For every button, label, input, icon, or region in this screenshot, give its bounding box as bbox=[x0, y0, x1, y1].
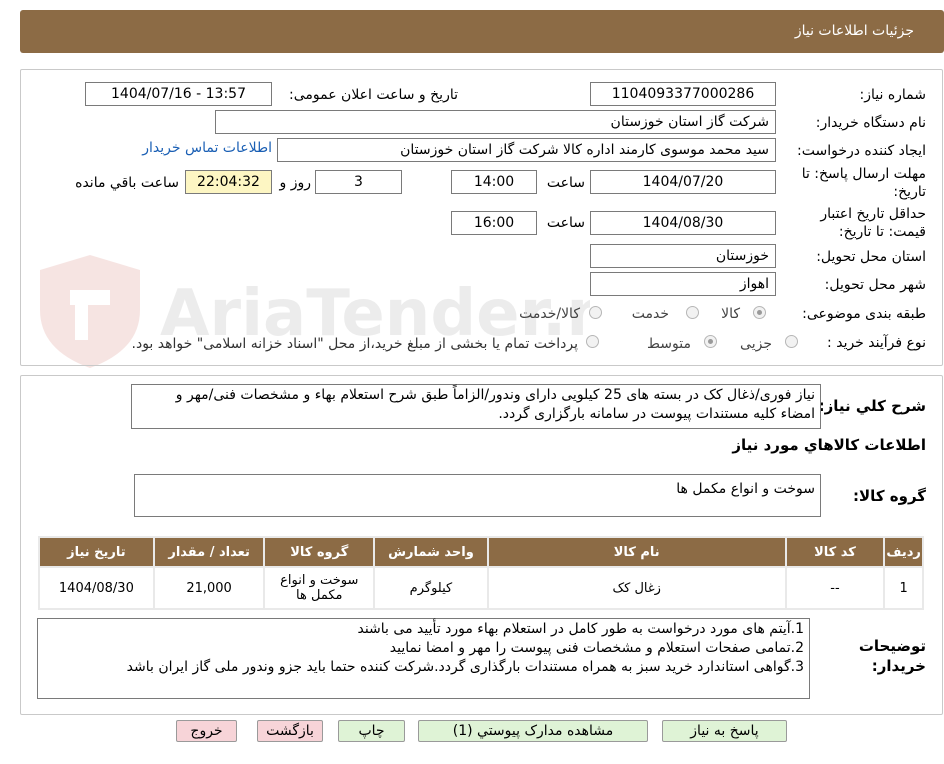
cell-unit: کيلوگرم bbox=[375, 568, 487, 608]
category-goods-radio[interactable] bbox=[753, 306, 766, 319]
print-button[interactable]: چاپ bbox=[338, 720, 405, 742]
category-both-radio[interactable] bbox=[589, 306, 602, 319]
need-number-label: شماره نیاز: bbox=[859, 87, 927, 103]
buyer-note-line: 2.تمامی صفحات استعلام و مشخصات فنی پیوست… bbox=[389, 640, 804, 656]
back-button[interactable]: بازگشت bbox=[257, 720, 323, 742]
process-medium-radio[interactable] bbox=[704, 335, 717, 348]
cell-name: زغال کک bbox=[488, 568, 785, 608]
announce-label: تاریخ و ساعت اعلان عمومی: bbox=[289, 87, 458, 103]
need-number-field: 1104093377000286 bbox=[590, 82, 776, 106]
buyer-note-line: 1.آیتم های مورد درخواست به طور کامل در ا… bbox=[357, 621, 804, 637]
city-field: اهواز bbox=[590, 272, 776, 296]
province-field: خوزستان bbox=[590, 244, 776, 268]
col-group: گروه کالا bbox=[265, 538, 374, 566]
deadline-days-label: روز و bbox=[279, 175, 312, 191]
goods-table: رديف کد کالا نام کالا واحد شمارش گروه کا… bbox=[38, 536, 924, 610]
cell-group: سوخت و انواع مکمل ها bbox=[265, 568, 374, 608]
summary-textarea: نیاز فوری/ذغال کک در بسته های 25 کیلویی … bbox=[131, 384, 821, 429]
announce-field: 1404/07/16 - 13:57 bbox=[85, 82, 272, 106]
goods-group-field: سوخت و انواع مکمل ها bbox=[134, 474, 821, 517]
deadline-date-field: 1404/07/20 bbox=[590, 170, 776, 194]
deadline-days-field: 3 bbox=[315, 170, 402, 194]
province-label: استان محل تحویل: bbox=[816, 249, 926, 265]
deadline-time-field: 14:00 bbox=[451, 170, 537, 194]
cell-date: 1404/08/30 bbox=[40, 568, 153, 608]
category-both-label: کالا/خدمت bbox=[519, 306, 580, 322]
goods-table-header: رديف کد کالا نام کالا واحد شمارش گروه کا… bbox=[40, 538, 922, 566]
goods-group-label: گروه کالا: bbox=[853, 487, 926, 505]
process-medium-label: متوسط bbox=[647, 336, 691, 352]
deadline-time-label: ساعت bbox=[546, 175, 585, 191]
process-minor-label: جزیی bbox=[740, 336, 772, 352]
cell-row: 1 bbox=[885, 568, 922, 608]
col-date: تاريخ نياز bbox=[40, 538, 153, 566]
treasury-note: پرداخت تمام یا بخشی از مبلغ خرید،از محل … bbox=[131, 336, 578, 352]
col-qty: تعداد / مقدار bbox=[154, 538, 264, 566]
page-header: جزئیات اطلاعات نیاز bbox=[20, 10, 944, 53]
city-label: شهر محل تحویل: bbox=[824, 277, 926, 293]
col-code: کد کالا bbox=[786, 538, 884, 566]
treasury-checkbox[interactable] bbox=[586, 335, 599, 348]
buyer-label: نام دستگاه خریدار: bbox=[815, 115, 926, 131]
creator-label: ایجاد کننده درخواست: bbox=[797, 143, 926, 159]
buyer-note-line: 3.گواهی استاندارد خرید سبز به همراه مستن… bbox=[126, 659, 804, 675]
category-goods-label: کالا bbox=[721, 306, 740, 322]
cell-qty: 21,000 bbox=[154, 568, 264, 608]
view-attachments-button[interactable]: مشاهده مدارک پيوستي (1) bbox=[418, 720, 648, 742]
goods-info-title: اطلاعات کالاهاي مورد نياز bbox=[732, 436, 926, 454]
deadline-label: مهلت ارسال پاسخ: تا تاریخ: bbox=[801, 166, 926, 200]
col-row: رديف bbox=[885, 538, 922, 566]
validity-label: حداقل تاریخ اعتبار قیمت: تا تاریخ: bbox=[820, 206, 926, 240]
buyer-notes-label: توضيحات خريدار: bbox=[858, 637, 926, 675]
remaining-time-label: ساعت باقي مانده bbox=[75, 175, 179, 191]
process-minor-radio[interactable] bbox=[785, 335, 798, 348]
col-unit: واحد شمارش bbox=[375, 538, 487, 566]
reply-button[interactable]: پاسخ به نياز bbox=[662, 720, 787, 742]
remaining-time-field: 22:04:32 bbox=[185, 170, 272, 194]
validity-time-field: 16:00 bbox=[451, 211, 537, 235]
page-title: جزئیات اطلاعات نیاز bbox=[794, 23, 914, 39]
buyer-contact-link[interactable]: اطلاعات تماس خریدار bbox=[142, 140, 272, 156]
summary-label: شرح کلي نياز: bbox=[818, 397, 926, 415]
exit-button[interactable]: خروج bbox=[176, 720, 237, 742]
category-service-radio[interactable] bbox=[686, 306, 699, 319]
creator-field: سید محمد موسوی کارمند اداره کالا شرکت گا… bbox=[277, 138, 776, 162]
buyer-notes-textarea: 1.آیتم های مورد درخواست به طور کامل در ا… bbox=[37, 618, 810, 699]
col-name: نام کالا bbox=[488, 538, 785, 566]
table-row: 1 -- زغال کک کيلوگرم سوخت و انواع مکمل ه… bbox=[40, 568, 922, 608]
cell-code: -- bbox=[786, 568, 884, 608]
process-label: نوع فرآیند خرید : bbox=[827, 335, 926, 351]
validity-date-field: 1404/08/30 bbox=[590, 211, 776, 235]
buyer-field: شرکت گاز استان خوزستان bbox=[215, 110, 776, 134]
validity-time-label: ساعت bbox=[546, 215, 585, 231]
category-service-label: خدمت bbox=[631, 306, 669, 322]
category-label: طبقه بندی موضوعی: bbox=[802, 306, 926, 322]
